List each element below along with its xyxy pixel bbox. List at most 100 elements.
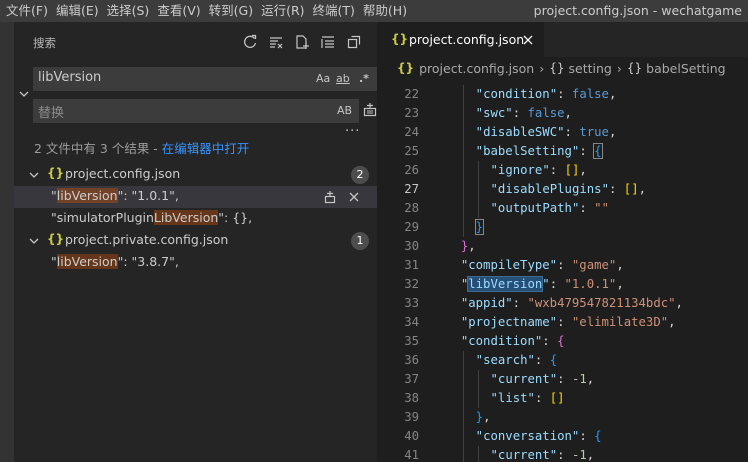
match-highlight: LibVersion [153,210,219,225]
new-search-editor-icon[interactable] [294,34,310,50]
replace-input-box[interactable]: 替换 AB [33,99,359,123]
chevron-down-icon[interactable] [27,168,41,182]
more-options-icon[interactable]: ··· [345,124,360,139]
clear-results-icon[interactable] [268,34,284,50]
match-whole-word-icon[interactable]: ab [336,71,350,87]
line-number: 39 [404,410,419,424]
indent-guide [477,389,479,408]
preserve-case-icon[interactable]: AB [337,103,352,119]
search-input[interactable]: libVersion [38,70,101,85]
line-source: "swc": false, [476,104,572,123]
chevron-down-icon[interactable] [27,234,41,248]
code-token: -1 [571,448,587,462]
match-after: ": {}, [218,210,253,225]
result-match-row[interactable]: "libVersion": "1.0.1", [14,186,377,208]
dismiss-icon[interactable] [346,189,362,205]
search-input-box[interactable]: libVersion Aa ab .* [33,67,379,91]
code-line: 26 "ignore": [], [377,161,748,180]
menu-selection[interactable]: 选择(S) [103,0,154,22]
code-line: 29} [377,218,748,237]
code-token: { [594,429,602,443]
line-source: "conversation": { [476,427,602,446]
result-file-name: project.private.config.json [65,232,229,247]
code-token: " [542,277,550,291]
code-line: 27 "disablePlugins": [], [377,180,748,199]
code-token: "compileType" [460,258,558,272]
use-regex-icon[interactable]: .* [359,71,369,87]
result-file-row[interactable]: {} project.config.json 2 [14,164,377,186]
replace-input[interactable]: 替换 [38,102,64,121]
tab-project-config[interactable]: {} project.config.json [377,22,544,57]
line-source: "babelSetting": { [476,142,603,161]
result-match-row[interactable]: "simulatorPluginLibVersion": {}, [14,208,377,230]
code-token: : [557,258,572,272]
line-source: }, [461,237,476,256]
code-token: { [557,334,565,348]
open-in-editor-link[interactable]: 在编辑器中打开 [162,141,250,156]
code-token: : [579,144,595,158]
match-text: "simulatorPluginLibVersion": {}, [51,210,252,225]
line-number: 30 [404,239,419,253]
title-bar: 文件(F) 编辑(E) 选择(S) 查看(V) 转到(G) 运行(R) 终端(T… [0,0,748,22]
line-number: 29 [404,220,419,234]
code-token: false [527,106,565,120]
line-number: 25 [404,144,419,158]
breadcrumb-setting[interactable]: setting [569,61,612,76]
line-number: 38 [404,391,419,405]
close-icon[interactable] [521,33,535,47]
line-source: "current": -1, [491,446,595,462]
code-token: , [608,125,617,139]
code-line: 23 "swc": false, [377,104,748,123]
code-line: 36 "search": { [377,351,748,370]
toggle-replace-chevron-icon[interactable] [17,86,31,102]
line-number: 40 [404,429,419,443]
code-token: , [675,296,683,310]
line-source: }, [476,408,491,427]
code-token: , [564,106,572,120]
code-token: : [542,334,558,348]
menu-go[interactable]: 转到(G) [205,0,257,22]
menu-terminal[interactable]: 终端(T) [309,0,359,22]
code-line: 40 "conversation": { [377,427,748,446]
match-before: " [51,254,57,269]
line-number: 26 [404,163,419,177]
code-token: "swc" [475,106,513,120]
menu-edit[interactable]: 编辑(E) [52,0,103,22]
replace-icon[interactable] [322,189,338,205]
refresh-icon[interactable] [242,34,258,50]
code-token: "outputPath" [490,201,580,215]
result-match-row[interactable]: "libVersion": "3.8.7", [14,252,377,274]
chevron-right-icon: › [539,60,545,76]
line-source: "search": { [476,351,557,370]
line-source: "current": -1, [491,370,595,389]
menu-run[interactable]: 运行(R) [257,0,308,22]
code-token: : [512,106,528,120]
match-before: " [51,188,57,203]
result-file-row[interactable]: {} project.private.config.json 1 [14,230,377,252]
code-token: [] [623,182,639,196]
code-token: "disableSWC" [475,125,565,139]
match-count-badge: 1 [351,232,369,250]
code-token: "condition" [475,87,558,101]
collapse-all-icon[interactable] [320,34,336,50]
menu-view[interactable]: 查看(V) [153,0,204,22]
code-token: , [668,315,676,329]
menu-help[interactable]: 帮助(H) [359,0,411,22]
menu-file[interactable]: 文件(F) [0,0,52,22]
code-area[interactable]: 22 "condition": false, 23 "swc": false, 24 "d… [377,85,748,462]
indent-guide [462,199,464,218]
breadcrumb-file[interactable]: project.config.json [419,61,534,76]
search-sidebar: 搜索 libVersion Aa ab .* 替换 AB ··· 2 文件中有 … [14,22,379,462]
view-as-tree-icon[interactable] [346,34,362,50]
line-source: "appid": "wxb479547821134bdc", [461,294,683,313]
indent-guide [477,446,479,462]
breadcrumb-babel-setting[interactable]: babelSetting [646,61,725,76]
line-source: "compileType": "game", [461,256,624,275]
match-case-icon[interactable]: Aa [316,71,330,87]
code-token: "wxb479547821134bdc" [527,296,676,310]
replace-all-icon[interactable] [363,102,377,118]
code-line: 22 "condition": false, [377,85,748,104]
code-line: 38 "list": [] [377,389,748,408]
code-token: : [557,315,572,329]
code-token: "appid" [460,296,513,310]
